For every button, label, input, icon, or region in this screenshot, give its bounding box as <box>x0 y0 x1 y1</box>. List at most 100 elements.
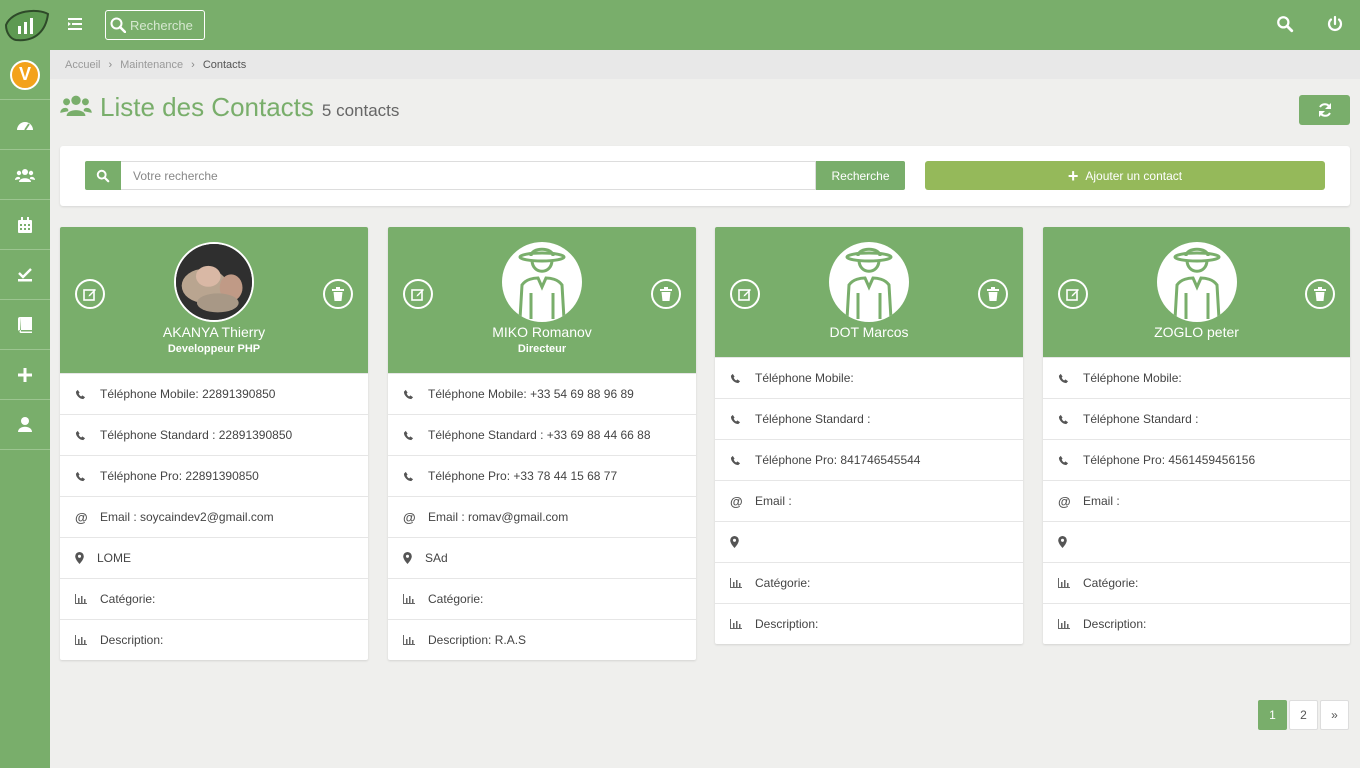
breadcrumb-home[interactable]: Accueil <box>65 59 100 71</box>
bar-chart-icon <box>75 594 100 604</box>
trash-icon <box>660 287 672 301</box>
users-icon <box>15 168 35 182</box>
page-header: Liste des Contacts 5 contacts <box>60 92 399 123</box>
description-row: Description: <box>60 619 368 660</box>
category-row: Catégorie: <box>388 578 696 619</box>
delete-button[interactable] <box>651 279 681 309</box>
description: Description: <box>755 617 819 631</box>
app-logo[interactable] <box>2 8 50 42</box>
power-icon[interactable] <box>1326 15 1344 33</box>
edit-icon <box>411 289 424 301</box>
refresh-button[interactable] <box>1299 95 1350 125</box>
sidebar-item-add[interactable] <box>0 350 50 400</box>
pro-row: Téléphone Pro: 22891390850 <box>60 455 368 496</box>
bar-chart-icon <box>403 635 428 645</box>
avatar-placeholder-icon <box>1156 242 1237 322</box>
sidebar-item-book[interactable] <box>0 300 50 350</box>
menu-toggle-icon[interactable] <box>66 15 84 33</box>
edit-button[interactable] <box>403 279 433 309</box>
contact-name: ZOGLO peter <box>1154 324 1239 340</box>
phone-icon <box>1058 455 1083 466</box>
email-row: @ Email : romav@gmail.com <box>388 496 696 537</box>
delete-button[interactable] <box>323 279 353 309</box>
contact-card: AKANYA Thierry Developpeur PHP Téléphone… <box>60 227 368 660</box>
standard-phone: Téléphone Standard : 22891390850 <box>100 428 293 442</box>
edit-icon <box>1066 289 1079 301</box>
contact-name: MIKO Romanov <box>492 324 592 340</box>
add-contact-button[interactable]: + Ajouter un contact <box>925 161 1325 190</box>
edit-button[interactable] <box>730 279 760 309</box>
email: Email : romav@gmail.com <box>428 510 569 524</box>
category-row: Catégorie: <box>1043 562 1350 603</box>
trash-icon <box>987 287 999 301</box>
location-row: SAd <box>388 537 696 578</box>
sidebar-item-contacts[interactable] <box>0 150 50 200</box>
search-icon[interactable] <box>1276 15 1294 33</box>
card-header: MIKO Romanov Directeur <box>388 227 696 373</box>
user-icon <box>18 417 32 432</box>
top-search-input[interactable] <box>130 17 202 33</box>
map-marker-icon <box>730 536 752 548</box>
sidebar-item-dashboard[interactable] <box>0 100 50 150</box>
email-row: @ Email : <box>1043 480 1350 521</box>
pro-phone: Téléphone Pro: 4561459456156 <box>1083 453 1256 467</box>
users-icon <box>60 95 92 116</box>
location-row <box>715 521 1023 562</box>
email: Email : soycaindev2@gmail.com <box>100 510 274 524</box>
sidebar: V <box>0 50 50 768</box>
chevron-right-icon: › <box>108 58 113 71</box>
map-marker-icon <box>1058 536 1080 548</box>
top-search-box[interactable] <box>105 10 205 40</box>
trash-icon <box>1314 287 1326 301</box>
next-page-button[interactable]: » <box>1320 700 1349 730</box>
phone-icon <box>730 414 755 425</box>
sidebar-item-calendar[interactable] <box>0 200 50 250</box>
standard-phone: Téléphone Standard : <box>1083 412 1199 426</box>
edit-icon <box>738 289 751 301</box>
pro-phone: Téléphone Pro: +33 78 44 15 68 77 <box>428 469 618 483</box>
phone-icon <box>75 471 100 482</box>
at-icon: @ <box>403 509 416 525</box>
category: Catégorie: <box>755 576 811 590</box>
pro-phone: Téléphone Pro: 841746545544 <box>755 453 921 467</box>
phone-icon <box>730 455 755 466</box>
book-icon <box>18 316 32 333</box>
delete-button[interactable] <box>978 279 1008 309</box>
contact-role: Directeur <box>517 343 567 355</box>
at-icon: @ <box>730 493 743 509</box>
phone-icon <box>403 471 428 482</box>
calendar-icon <box>18 216 32 233</box>
pro-row: Téléphone Pro: 841746545544 <box>715 439 1023 480</box>
bar-chart-icon <box>403 594 428 604</box>
standard-row: Téléphone Standard : 22891390850 <box>60 414 368 455</box>
sidebar-item-tasks[interactable] <box>0 250 50 300</box>
standard-row: Téléphone Standard : <box>715 398 1023 439</box>
phone-icon <box>1058 373 1083 384</box>
sidebar-item-profile[interactable]: V <box>0 50 50 100</box>
at-icon: @ <box>1058 493 1071 509</box>
location: SAd <box>425 551 448 565</box>
location: LOME <box>97 551 132 565</box>
mobile-row: Téléphone Mobile: <box>1043 357 1350 398</box>
bar-chart-icon <box>1058 578 1083 588</box>
contact-search-input[interactable] <box>121 161 816 190</box>
category: Catégorie: <box>1083 576 1139 590</box>
page-1-button[interactable]: 1 <box>1258 700 1287 730</box>
location-row <box>1043 521 1350 562</box>
search-panel: Recherche + Ajouter un contact <box>60 146 1350 206</box>
contact-card: DOT Marcos Téléphone Mobile: Téléphone S… <box>715 227 1023 644</box>
category-row: Catégorie: <box>715 562 1023 603</box>
page-2-button[interactable]: 2 <box>1289 700 1318 730</box>
phone-icon <box>75 430 100 441</box>
breadcrumb-current: Contacts <box>202 58 247 71</box>
email: Email : <box>755 494 792 508</box>
avatar-placeholder-icon <box>829 242 909 322</box>
phone-icon <box>1058 414 1083 425</box>
delete-button[interactable] <box>1305 279 1335 309</box>
edit-button[interactable] <box>75 279 105 309</box>
edit-button[interactable] <box>1058 279 1088 309</box>
sidebar-item-user[interactable] <box>0 400 50 450</box>
bar-chart-icon <box>1058 619 1083 629</box>
search-button[interactable]: Recherche <box>816 161 905 190</box>
breadcrumb-maintenance[interactable]: Maintenance <box>120 59 183 71</box>
